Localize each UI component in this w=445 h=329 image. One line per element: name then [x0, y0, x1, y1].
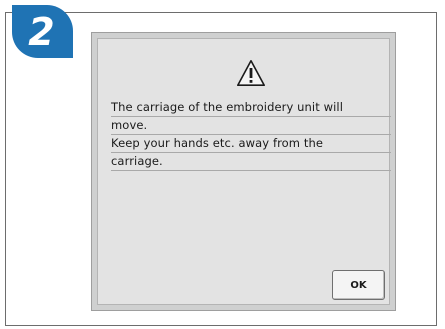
message-line: The carriage of the embroidery unit will — [111, 99, 391, 117]
ok-button[interactable]: OK — [332, 270, 385, 300]
message-line: carriage. — [111, 153, 391, 171]
warning-message: The carriage of the embroidery unit will… — [111, 99, 391, 171]
message-line: Keep your hands etc. away from the — [111, 135, 391, 153]
warning-dialog: The carriage of the embroidery unit will… — [97, 38, 391, 305]
warning-triangle-icon — [237, 60, 265, 86]
message-line: move. — [111, 117, 391, 135]
step-badge: 2 — [12, 5, 73, 58]
lcd-screen: The carriage of the embroidery unit will… — [91, 32, 396, 311]
step-number: 2 — [28, 10, 55, 54]
